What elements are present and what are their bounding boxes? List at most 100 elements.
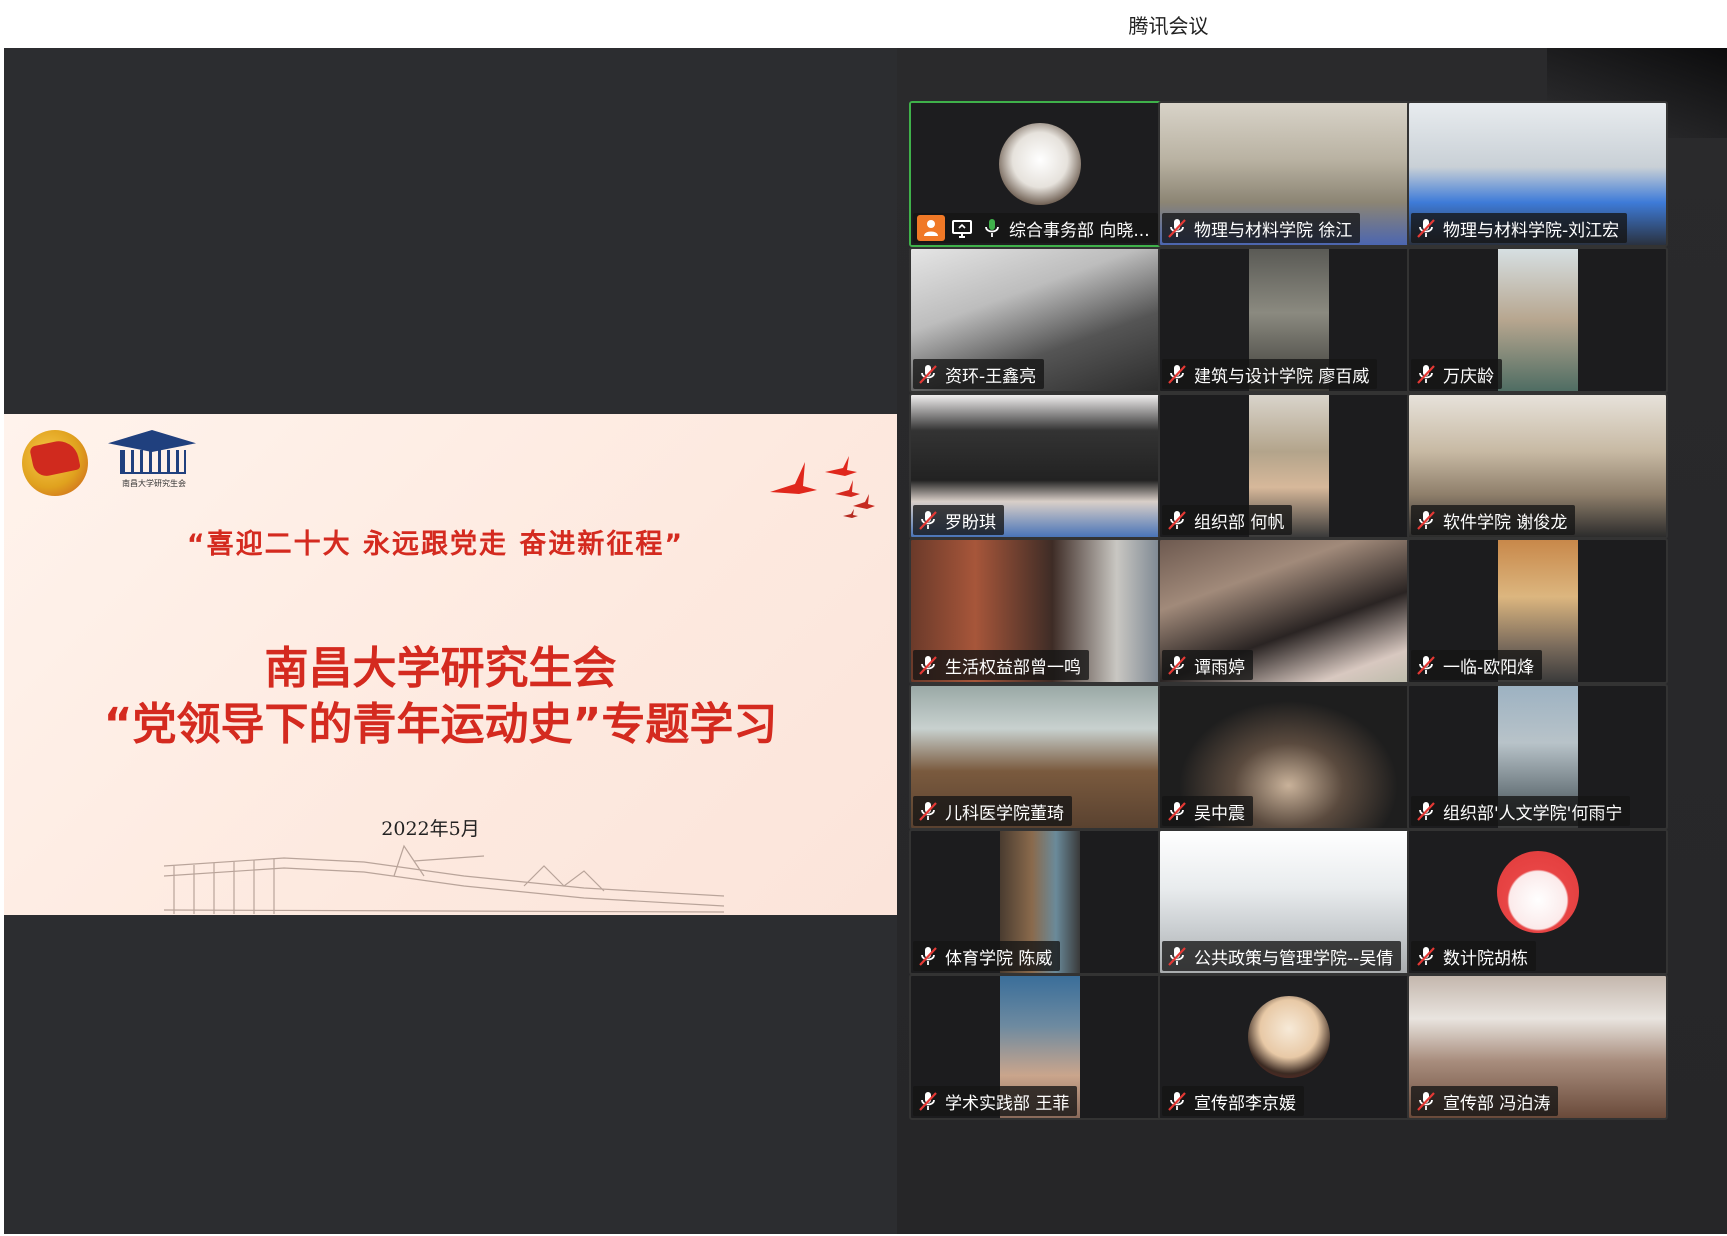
name-tag: 软件学院 谢俊龙: [1411, 505, 1576, 535]
host-icon: [917, 215, 945, 241]
mic-muted-icon: [1166, 509, 1188, 531]
participant-name: 宣传部李京媛: [1194, 1093, 1296, 1114]
participant-name: 吴中震: [1194, 803, 1245, 824]
participant-name: 物理与材料学院 徐江: [1194, 220, 1353, 241]
name-tag: 儿科医学院董琦: [913, 796, 1072, 826]
name-tag: 物理与材料学院 徐江: [1162, 213, 1361, 243]
avatar: [998, 123, 1081, 205]
avatar: [1496, 851, 1579, 933]
name-tag: 数计院胡栋: [1411, 941, 1536, 971]
mic-muted-icon: [1415, 509, 1437, 531]
screen-share-icon: [952, 220, 972, 238]
name-tag: 宣传部李京媛: [1162, 1086, 1304, 1116]
participant-tile[interactable]: 物理与材料学院 徐江: [1158, 101, 1419, 247]
name-tag: 宣传部 冯泊涛: [1411, 1086, 1559, 1116]
participant-tile[interactable]: 体育学院 陈威: [909, 829, 1170, 975]
participant-tile[interactable]: 软件学院 谢俊龙: [1407, 393, 1668, 539]
participant-name: 体育学院 陈威: [945, 948, 1053, 969]
name-tag: 物理与材料学院-刘江宏: [1411, 213, 1628, 243]
participant-name: 生活权益部曾一鸣: [945, 657, 1081, 678]
participant-tile[interactable]: 罗盼琪: [909, 393, 1170, 539]
participant-name: 学术实践部 王菲: [945, 1093, 1070, 1114]
name-tag: 公共政策与管理学院--吴倩: [1162, 941, 1402, 971]
participant-tile[interactable]: 公共政策与管理学院--吴倩: [1158, 829, 1419, 975]
mic-muted-icon: [1415, 654, 1437, 676]
name-tag: 资环-王鑫亮: [913, 359, 1045, 389]
mic-muted-icon: [1166, 1090, 1188, 1112]
participant-tile[interactable]: 吴中震: [1158, 684, 1419, 830]
participant-video: [1497, 249, 1578, 391]
graduation-cap-icon: [108, 430, 196, 452]
union-logo-caption: 南昌大学研究生会: [122, 479, 186, 488]
mic-muted-icon: [917, 363, 939, 385]
participant-name: 物理与材料学院-刘江宏: [1443, 220, 1620, 241]
name-tag: 谭雨婷: [1162, 650, 1253, 680]
participant-gallery: 综合事务部 向晓... 物理与材料学院 徐江 物理与材料学院-刘江宏 资环-王鑫…: [897, 48, 1727, 1234]
building-icon: [120, 450, 186, 474]
participant-name: 软件学院 谢俊龙: [1443, 512, 1568, 533]
graduate-union-logo: 南昌大学研究生会: [104, 428, 204, 494]
name-tag: 组织部 何帆: [1162, 505, 1293, 535]
participant-tile[interactable]: 一临-欧阳烽: [1407, 538, 1668, 684]
mic-muted-icon: [1415, 945, 1437, 967]
mic-muted-icon: [1415, 1090, 1437, 1112]
mic-muted-icon: [1415, 800, 1437, 822]
name-tag: 综合事务部 向晓...: [913, 213, 1158, 243]
participant-tile[interactable]: 组织部 何帆: [1158, 393, 1419, 539]
participant-name: 儿科医学院董琦: [945, 803, 1064, 824]
mic-muted-icon: [1415, 363, 1437, 385]
participant-name: 万庆龄: [1443, 366, 1494, 387]
participant-name: 谭雨婷: [1194, 657, 1245, 678]
slide-heading-line2: “党领导下的青年运动史”专题学习: [103, 699, 778, 750]
participant-tile[interactable]: 宣传部李京媛: [1158, 974, 1419, 1120]
title-bar: 腾讯会议: [0, 0, 1727, 48]
campus-sketch-decoration: [164, 844, 724, 914]
participant-name: 资环-王鑫亮: [945, 366, 1037, 387]
participant-name: 一临-欧阳烽: [1443, 657, 1535, 678]
name-tag: 建筑与设计学院 廖百威: [1162, 359, 1378, 389]
mic-muted-icon: [917, 654, 939, 676]
slide-slogan: “喜迎二十大 永远跟党走 奋进新征程”: [186, 529, 685, 560]
participant-name: 组织部 何帆: [1194, 512, 1285, 533]
mic-muted-icon: [1415, 217, 1437, 239]
participant-tile[interactable]: 数计院胡栋: [1407, 829, 1668, 975]
window-title: 腾讯会议: [1128, 14, 1209, 38]
participant-tile[interactable]: 建筑与设计学院 廖百威: [1158, 247, 1419, 393]
mic-muted-icon: [1166, 363, 1188, 385]
name-tag: 一临-欧阳烽: [1411, 650, 1543, 680]
participant-tile[interactable]: 组织部'人文学院'何雨宁: [1407, 684, 1668, 830]
participant-name: 数计院胡栋: [1443, 948, 1528, 969]
screen-share-area: 南昌大学研究生会 “喜迎二十大 永远跟党走 奋进新征程” 南昌大学研究生会 “党…: [4, 48, 897, 1234]
name-tag: 体育学院 陈威: [913, 941, 1061, 971]
name-tag: 生活权益部曾一鸣: [913, 650, 1089, 680]
mic-muted-icon: [917, 509, 939, 531]
name-tag: 罗盼琪: [913, 505, 1004, 535]
shared-slide: 南昌大学研究生会 “喜迎二十大 永远跟党走 奋进新征程” 南昌大学研究生会 “党…: [4, 414, 897, 915]
participant-tile[interactable]: 万庆龄: [1407, 247, 1668, 393]
participant-tile[interactable]: 谭雨婷: [1158, 538, 1419, 684]
participant-tile[interactable]: 宣传部 冯泊涛: [1407, 974, 1668, 1120]
participant-tile[interactable]: 生活权益部曾一鸣: [909, 538, 1170, 684]
slide-heading-line1: 南昌大学研究生会: [264, 643, 617, 694]
microphone-icon: [985, 219, 999, 237]
mic-muted-icon: [917, 1090, 939, 1112]
name-tag: 组织部'人文学院'何雨宁: [1411, 796, 1631, 826]
participant-tile[interactable]: 学术实践部 王菲: [909, 974, 1170, 1120]
participant-tile[interactable]: 物理与材料学院-刘江宏: [1407, 101, 1668, 247]
participant-name: 公共政策与管理学院--吴倩: [1194, 948, 1394, 969]
youth-league-logo: [22, 430, 88, 496]
participant-tile[interactable]: 资环-王鑫亮: [909, 247, 1170, 393]
participant-name: 宣传部 冯泊涛: [1443, 1093, 1551, 1114]
participant-tile[interactable]: 儿科医学院董琦: [909, 684, 1170, 830]
participant-name: 组织部'人文学院'何雨宁: [1443, 803, 1623, 824]
name-tag: 万庆龄: [1411, 359, 1502, 389]
avatar: [1247, 996, 1330, 1078]
participant-name: 罗盼琪: [945, 512, 996, 533]
mic-muted-icon: [1166, 800, 1188, 822]
mic-muted-icon: [1166, 217, 1188, 239]
participant-tile[interactable]: 综合事务部 向晓...: [909, 101, 1170, 247]
mic-muted-icon: [917, 800, 939, 822]
mic-muted-icon: [1166, 945, 1188, 967]
name-tag: 学术实践部 王菲: [913, 1086, 1078, 1116]
participant-name: 综合事务部 向晓...: [1009, 220, 1150, 241]
